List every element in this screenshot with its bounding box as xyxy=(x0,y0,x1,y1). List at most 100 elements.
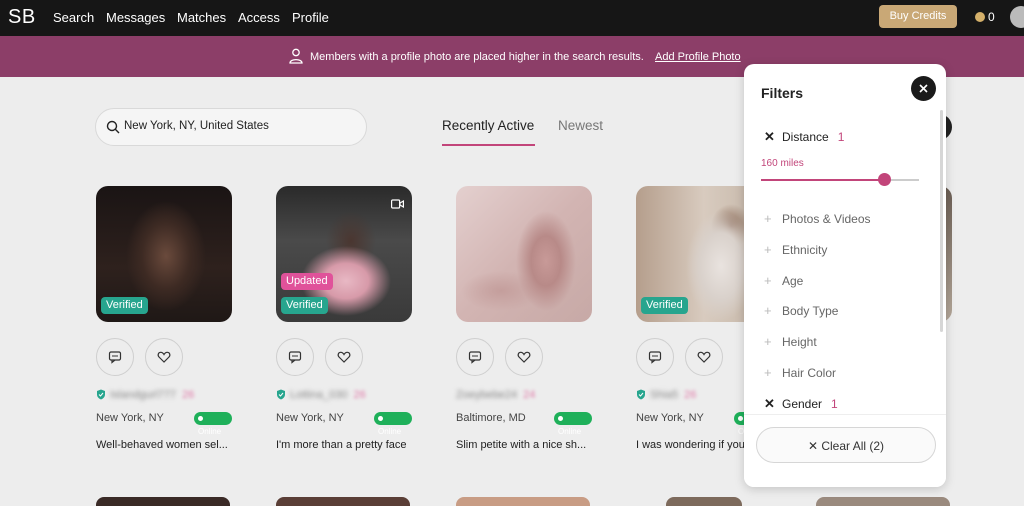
nav-messages[interactable]: Messages xyxy=(106,10,165,25)
nav-profile[interactable]: Profile xyxy=(292,10,329,25)
tab-recently-active[interactable]: Recently Active xyxy=(442,118,534,133)
filter-body-type[interactable]: + Body Type xyxy=(764,303,838,318)
active-tab-indicator xyxy=(442,144,535,146)
filters-scrollbar[interactable] xyxy=(940,110,943,332)
username: Shia5 xyxy=(650,389,679,401)
favorite-button[interactable] xyxy=(505,338,543,376)
bio: Well-behaved women sel... xyxy=(96,439,228,451)
filters-title: Filters xyxy=(761,85,804,101)
clear-all-button[interactable]: ✕ Clear All (2) xyxy=(756,427,936,463)
filter-label: Photos & Videos xyxy=(782,212,871,226)
search-input[interactable] xyxy=(124,120,354,132)
distance-value: 160 miles xyxy=(761,158,804,169)
clear-filter-icon[interactable]: ✕ xyxy=(764,129,782,145)
distance-slider[interactable] xyxy=(761,173,919,186)
nav-search[interactable]: Search xyxy=(53,10,94,25)
favorite-button[interactable] xyxy=(325,338,363,376)
location-search[interactable] xyxy=(95,108,367,146)
message-button[interactable] xyxy=(456,338,494,376)
add-profile-photo-link[interactable]: Add Profile Photo xyxy=(655,51,741,63)
verified-badge: Verified xyxy=(101,297,148,314)
plus-icon: + xyxy=(764,334,772,349)
credits-value: 0 xyxy=(988,10,995,24)
message-button[interactable] xyxy=(636,338,674,376)
profile-photo[interactable]: Verified xyxy=(96,186,232,322)
favorite-button[interactable] xyxy=(685,338,723,376)
credits-counter[interactable]: 0 xyxy=(975,10,995,24)
person-icon xyxy=(289,48,303,67)
username-row[interactable]: Zoeybebe24 24 xyxy=(456,389,592,403)
next-row-photo[interactable] xyxy=(456,497,590,506)
heart-icon xyxy=(157,351,171,363)
age: 26 xyxy=(182,389,195,401)
profile-photo[interactable]: Updated Verified xyxy=(276,186,412,322)
next-row-photo[interactable] xyxy=(96,497,230,506)
filter-distance[interactable]: ✕ Distance 1 xyxy=(764,129,844,145)
plus-icon: + xyxy=(764,242,772,257)
user-avatar[interactable] xyxy=(1010,6,1024,28)
username: Islandgurl777 xyxy=(110,389,177,401)
username-row[interactable]: Islandgurl777 26 xyxy=(96,389,232,403)
updated-badge: Updated xyxy=(281,273,333,290)
online-label: Online xyxy=(558,427,582,436)
chat-icon xyxy=(288,351,302,364)
filter-ethnicity[interactable]: + Ethnicity xyxy=(764,242,827,257)
online-dot-icon xyxy=(198,416,203,421)
online-badge: Online xyxy=(554,412,592,436)
buy-credits-button[interactable]: Buy Credits xyxy=(879,5,957,28)
filters-footer: ✕ Clear All (2) xyxy=(744,414,946,487)
filter-count: 1 xyxy=(837,130,845,144)
bio: I was wondering if you xyxy=(636,439,745,451)
location: New York, NY xyxy=(276,412,344,424)
filter-count: 1 xyxy=(831,397,838,411)
nav-access[interactable]: Access xyxy=(238,10,280,25)
verified-shield-icon xyxy=(277,389,285,400)
username-row[interactable]: Lottina_030 26 xyxy=(276,389,412,403)
logo[interactable]: SB xyxy=(8,6,36,29)
username: Zoeybebe24 xyxy=(456,389,518,401)
next-row-photo[interactable] xyxy=(816,497,950,506)
nav-matches[interactable]: Matches xyxy=(177,10,226,25)
message-button[interactable] xyxy=(96,338,134,376)
filter-gender[interactable]: ✕ Gender 1 xyxy=(764,396,838,412)
verified-badge: Verified xyxy=(281,297,328,314)
next-row-photo[interactable] xyxy=(666,497,742,506)
filter-label: Distance xyxy=(782,130,829,144)
tab-newest[interactable]: Newest xyxy=(558,118,603,133)
close-filters-button[interactable] xyxy=(911,76,936,101)
favorite-button[interactable] xyxy=(145,338,183,376)
slider-thumb[interactable] xyxy=(878,173,892,186)
location: New York, NY xyxy=(636,412,704,424)
chat-icon xyxy=(468,351,482,364)
plus-icon: + xyxy=(764,365,772,380)
bio: Slim petite with a nice sh... xyxy=(456,439,587,451)
filter-label: Hair Color xyxy=(782,366,837,380)
location: New York, NY xyxy=(96,412,164,424)
verified-shield-icon xyxy=(637,389,645,400)
next-row-photo[interactable] xyxy=(276,497,410,506)
online-label: Online xyxy=(378,427,402,436)
message-button[interactable] xyxy=(276,338,314,376)
close-icon xyxy=(919,84,928,93)
plus-icon: + xyxy=(764,303,772,318)
heart-icon xyxy=(697,351,711,363)
filter-age[interactable]: + Age xyxy=(764,273,803,288)
online-dot-icon xyxy=(378,416,383,421)
chat-icon xyxy=(108,351,122,364)
filter-label: Body Type xyxy=(782,304,839,318)
age: 26 xyxy=(684,389,697,401)
location: Baltimore, MD xyxy=(456,412,526,424)
filter-hair-color[interactable]: + Hair Color xyxy=(764,365,836,380)
clear-filter-icon[interactable]: ✕ xyxy=(764,396,782,412)
heart-icon xyxy=(337,351,351,363)
plus-icon: + xyxy=(764,273,772,288)
filter-label: Gender xyxy=(782,397,823,411)
filter-label: Ethnicity xyxy=(782,243,828,257)
chat-icon xyxy=(648,351,662,364)
profile-photo[interactable] xyxy=(456,186,592,322)
online-badge: Online xyxy=(194,412,232,436)
banner-text: Members with a profile photo are placed … xyxy=(310,51,644,63)
filter-photos-videos[interactable]: + Photos & Videos xyxy=(764,211,871,226)
filter-height[interactable]: + Height xyxy=(764,334,817,349)
search-icon xyxy=(106,120,120,139)
